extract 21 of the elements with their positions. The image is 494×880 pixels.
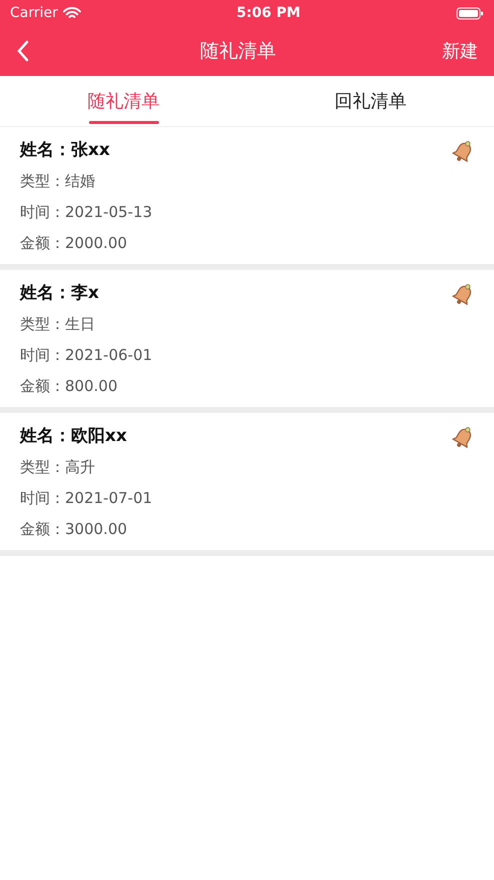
record-type: 类型：高升 <box>20 457 96 478</box>
record-name: 姓名：欧阳xx <box>20 425 127 447</box>
wifi-icon <box>62 6 81 20</box>
tab[interactable]: 回礼清单 <box>247 76 494 126</box>
record-type: 类型：结婚 <box>20 171 96 192</box>
record-date: 时间：2021-06-01 <box>20 345 154 366</box>
status-time: 5:06 PM <box>236 5 300 21</box>
record-name: 姓名：张xx <box>20 139 110 161</box>
carrier-name: Carrier <box>10 5 58 21</box>
record-date: 时间：2021-07-01 <box>20 488 154 509</box>
tab[interactable]: 随礼清单 <box>0 76 247 126</box>
record-amount: 金额：800.00 <box>20 376 118 397</box>
back-icon <box>16 40 30 62</box>
record-amount: 金额：3000.00 <box>20 519 128 540</box>
record-name: 姓名：李x <box>20 282 99 304</box>
record-type: 类型：生日 <box>20 314 96 335</box>
record-date: 时间：2021-05-13 <box>20 202 154 223</box>
battery-icon <box>456 6 484 20</box>
new-button[interactable]: 新建 <box>442 39 478 63</box>
page-title: 随礼清单 <box>200 39 276 64</box>
record-amount: 金额：2000.00 <box>20 233 128 254</box>
